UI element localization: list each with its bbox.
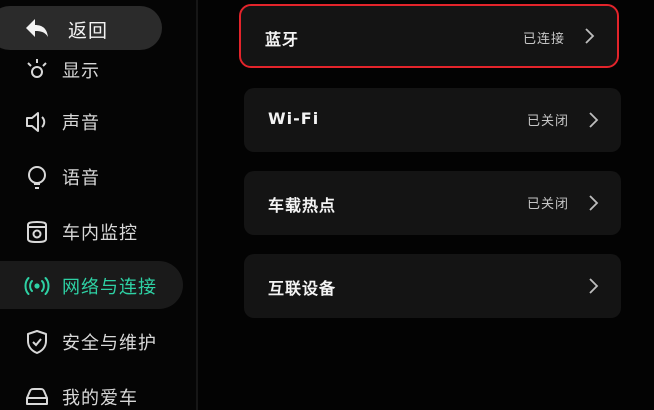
chevron-right-icon (589, 112, 599, 128)
sidebar-item-voice[interactable]: 语音 (0, 152, 196, 200)
sidebar-item-label: 网络与连接 (62, 277, 157, 298)
sidebar-item-cabin-monitor[interactable]: 车内监控 (0, 207, 196, 255)
back-button[interactable]: 返回 (0, 6, 162, 50)
row-hotspot[interactable]: 车载热点 已关闭 (244, 171, 621, 235)
shield-check-icon (27, 330, 47, 354)
row-status: 已关闭 (526, 114, 569, 129)
row-wifi[interactable]: Wi-Fi 已关闭 (244, 88, 621, 152)
row-title: 蓝牙 (265, 30, 300, 49)
row-title: 互联设备 (268, 279, 337, 298)
chevron-right-icon (585, 28, 595, 44)
row-bluetooth[interactable]: 蓝牙 已连接 (239, 4, 619, 68)
row-title: 车载热点 (268, 196, 337, 215)
display-icon (27, 59, 47, 78)
chevron-right-icon (589, 278, 599, 294)
sidebar-item-my-car[interactable]: 我的爱车 (0, 372, 196, 410)
signal-icon (24, 277, 50, 295)
speaker-icon (26, 112, 46, 132)
camera-icon (27, 220, 47, 244)
back-arrow-icon (26, 19, 48, 37)
back-label: 返回 (68, 20, 109, 42)
row-connected-devices[interactable]: 互联设备 (244, 254, 621, 318)
row-status: 已关闭 (526, 197, 569, 212)
sidebar: 返回 显示 声音 语音 车内监控 网络与连接 安全与维护 我的爱车 (0, 0, 196, 410)
sidebar-item-label: 我的爱车 (62, 388, 138, 409)
sidebar-item-label: 语音 (62, 168, 100, 189)
sidebar-item-display[interactable]: 显示 (0, 45, 196, 93)
chevron-right-icon (589, 195, 599, 211)
sidebar-item-label: 声音 (62, 113, 100, 134)
sidebar-divider (196, 0, 198, 410)
sidebar-item-network[interactable]: 网络与连接 (0, 261, 183, 309)
settings-screen: 返回 显示 声音 语音 车内监控 网络与连接 安全与维护 我的爱车 蓝牙 已连接… (0, 0, 654, 410)
sidebar-item-sound[interactable]: 声音 (0, 97, 196, 145)
sidebar-item-label: 显示 (62, 61, 100, 82)
sidebar-item-label: 安全与维护 (62, 333, 157, 354)
row-title: Wi-Fi (268, 109, 320, 128)
car-icon (26, 388, 48, 405)
row-status: 已连接 (522, 32, 565, 47)
sidebar-item-safety[interactable]: 安全与维护 (0, 317, 196, 365)
sidebar-item-label: 车内监控 (62, 223, 138, 244)
voice-bulb-icon (28, 166, 46, 189)
